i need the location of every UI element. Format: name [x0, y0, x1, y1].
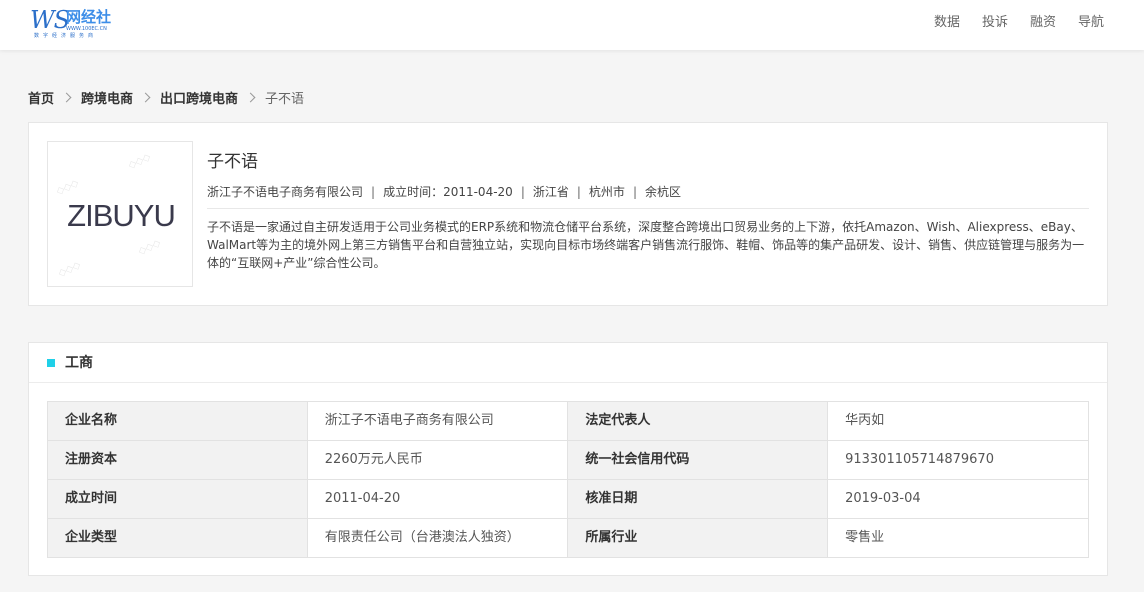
- field-label: 核准日期: [567, 479, 829, 519]
- field-label: 法定代表人: [567, 401, 829, 441]
- breadcrumb-cross-border[interactable]: 跨境电商: [81, 88, 133, 107]
- field-value: 2019-03-04: [827, 479, 1089, 519]
- field-label: 企业名称: [47, 401, 308, 441]
- breadcrumb: 首页 跨境电商 出口跨境电商 子不语: [28, 87, 304, 107]
- table-row: 企业类型 有限责任公司（台港澳法人独资） 所属行业 零售业: [47, 518, 1089, 558]
- business-info-header: 工商: [29, 343, 1107, 383]
- meta-separator: |: [576, 185, 581, 199]
- nav-complaint[interactable]: 投诉: [982, 13, 1008, 33]
- field-value: 华丙如: [827, 401, 1089, 441]
- breadcrumb-home[interactable]: 首页: [28, 88, 54, 107]
- meta-separator: |: [371, 185, 376, 199]
- table-row: 企业名称 浙江子不语电子商务有限公司 法定代表人 华丙如: [47, 401, 1089, 441]
- logo-cn: 网经社: [66, 8, 112, 26]
- business-info-card: 工商 企业名称 浙江子不语电子商务有限公司 法定代表人 华丙如 注册资本 226…: [28, 342, 1108, 576]
- watermark-icon: ◇◇◇: [56, 259, 83, 280]
- field-label: 成立时间: [47, 479, 308, 519]
- meta-city: 杭州市: [588, 185, 625, 199]
- square-marker-icon: [47, 359, 55, 367]
- meta-separator: |: [632, 185, 637, 199]
- breadcrumb-export[interactable]: 出口跨境电商: [160, 88, 238, 107]
- business-info-title: 工商: [65, 355, 93, 371]
- logo-ws: WS: [30, 6, 70, 34]
- nav-data[interactable]: 数据: [934, 13, 960, 33]
- field-value: 2011-04-20: [306, 479, 569, 519]
- business-info-table: 企业名称 浙江子不语电子商务有限公司 法定代表人 华丙如 注册资本 2260万元…: [47, 401, 1089, 558]
- table-row: 成立时间 2011-04-20 核准日期 2019-03-04: [47, 479, 1089, 519]
- site-logo[interactable]: WS 网经社 WWW.100EC.CN 数字经济服务商: [30, 7, 130, 41]
- company-card: ◇◇◇ ◇◇◇ ◇◇◇ ◇◇◇ ZIBUYU 子不语 浙江子不语电子商务有限公司…: [28, 122, 1108, 306]
- top-header: WS 网经社 WWW.100EC.CN 数字经济服务商 数据 投诉 融资 导航: [0, 0, 1144, 50]
- chevron-right-icon: [140, 92, 151, 102]
- chevron-right-icon: [61, 92, 72, 102]
- meta-legal-name: 浙江子不语电子商务有限公司: [207, 185, 364, 199]
- meta-founded: 成立时间：2011-04-20: [383, 185, 513, 199]
- field-label: 企业类型: [47, 518, 308, 558]
- field-label: 所属行业: [567, 518, 829, 558]
- breadcrumb-current: 子不语: [265, 91, 305, 107]
- company-meta: 浙江子不语电子商务有限公司 | 成立时间：2011-04-20 | 浙江省 | …: [207, 183, 681, 201]
- divider: [207, 208, 1089, 209]
- field-label: 统一社会信用代码: [567, 440, 829, 480]
- watermark-icon: ◇◇◇: [54, 177, 81, 198]
- meta-province: 浙江省: [532, 185, 569, 199]
- nav-guide[interactable]: 导航: [1078, 13, 1104, 33]
- logo-url: WWW.100EC.CN: [66, 26, 107, 32]
- company-logo: ◇◇◇ ◇◇◇ ◇◇◇ ◇◇◇ ZIBUYU: [47, 141, 193, 287]
- meta-district: 余杭区: [644, 185, 681, 199]
- field-value: 浙江子不语电子商务有限公司: [306, 401, 569, 441]
- field-value: 2260万元人民币: [306, 440, 569, 480]
- field-value: 零售业: [827, 518, 1089, 558]
- company-logo-text: ZIBUYU: [67, 198, 176, 233]
- watermark-icon: ◇◇◇: [126, 151, 153, 172]
- field-value: 913301105714879670: [827, 440, 1089, 480]
- meta-separator: |: [520, 185, 525, 199]
- nav-financing[interactable]: 融资: [1030, 13, 1056, 33]
- company-description: 子不语是一家通过自主研发适用于公司业务模式的ERP系统和物流仓储平台系统，深度整…: [207, 220, 1085, 270]
- logo-slogan: 数字经济服务商: [34, 33, 98, 39]
- watermark-icon: ◇◇◇: [136, 237, 163, 258]
- field-value: 有限责任公司（台港澳法人独资）: [306, 518, 569, 558]
- top-nav: 数据 投诉 融资 导航: [912, 13, 1104, 33]
- chevron-right-icon: [245, 92, 256, 102]
- table-row: 注册资本 2260万元人民币 统一社会信用代码 9133011057148796…: [47, 440, 1089, 480]
- field-label: 注册资本: [47, 440, 308, 480]
- company-name: 子不语: [207, 152, 258, 172]
